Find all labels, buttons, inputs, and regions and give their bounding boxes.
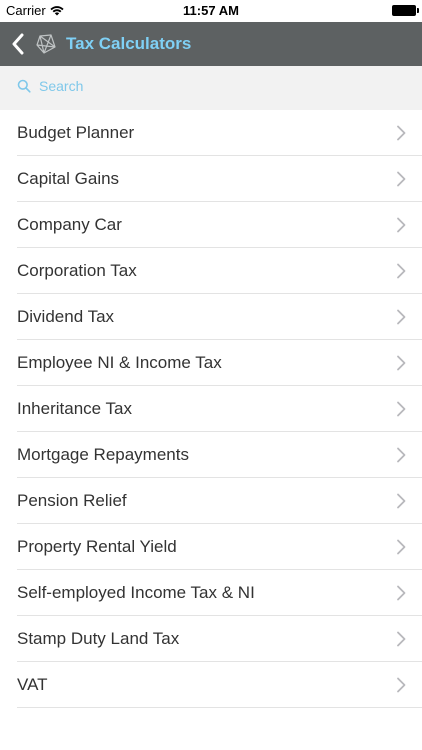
navigation-bar: Tax Calculators xyxy=(0,22,422,66)
status-time: 11:57 AM xyxy=(183,3,239,18)
battery-icon xyxy=(392,5,419,16)
chevron-right-icon xyxy=(397,631,406,647)
list-item-label: Corporation Tax xyxy=(17,260,137,280)
list-item[interactable]: VAT xyxy=(17,662,422,708)
search-icon xyxy=(17,79,31,93)
list-item-label: Mortgage Repayments xyxy=(17,444,189,464)
chevron-right-icon xyxy=(397,263,406,279)
chevron-right-icon xyxy=(397,585,406,601)
list-item-label: Capital Gains xyxy=(17,168,120,188)
search-input[interactable]: Search xyxy=(17,78,83,94)
logo-icon xyxy=(36,34,56,54)
chevron-right-icon xyxy=(397,447,406,463)
list-item[interactable]: Budget Planner xyxy=(17,110,422,156)
list-item[interactable]: Property Rental Yield xyxy=(17,524,422,570)
list-item[interactable]: Corporation Tax xyxy=(17,248,422,294)
list-item-label: Self-employed Income Tax & NI xyxy=(17,582,255,602)
list-item-label: Inheritance Tax xyxy=(17,398,132,418)
list-item-label: Budget Planner xyxy=(17,122,135,142)
list-item[interactable]: Employee NI & Income Tax xyxy=(17,340,422,386)
list-item[interactable]: Company Car xyxy=(17,202,422,248)
chevron-right-icon xyxy=(397,355,406,371)
list-item[interactable]: Dividend Tax xyxy=(17,294,422,340)
calculator-list: Budget Planner Capital Gains Company Car Co… xyxy=(0,110,422,708)
list-item[interactable]: Capital Gains xyxy=(17,156,422,202)
list-item[interactable]: Stamp Duty Land Tax xyxy=(17,616,422,662)
chevron-right-icon xyxy=(397,401,406,417)
search-placeholder: Search xyxy=(39,78,84,94)
list-item-label: Stamp Duty Land Tax xyxy=(17,628,180,648)
list-item-label: Employee NI & Income Tax xyxy=(17,352,222,372)
list-item[interactable]: Inheritance Tax xyxy=(17,386,422,432)
chevron-left-icon xyxy=(12,33,24,55)
list-item-label: VAT xyxy=(17,674,48,694)
list-item-label: Company Car xyxy=(17,214,122,234)
list-item[interactable]: Mortgage Repayments xyxy=(17,432,422,478)
chevron-right-icon xyxy=(397,125,406,141)
back-button[interactable] xyxy=(4,22,32,66)
list-item-label: Property Rental Yield xyxy=(17,536,177,556)
chevron-right-icon xyxy=(397,493,406,509)
list-item-label: Dividend Tax xyxy=(17,306,115,326)
chevron-right-icon xyxy=(397,677,406,693)
chevron-right-icon xyxy=(397,309,406,325)
chevron-right-icon xyxy=(397,539,406,555)
list-item[interactable]: Self-employed Income Tax & NI xyxy=(17,570,422,616)
list-item[interactable]: Pension Relief xyxy=(17,478,422,524)
status-bar: Carrier 11:57 AM xyxy=(0,0,422,22)
chevron-right-icon xyxy=(397,217,406,233)
search-bar: Search xyxy=(0,66,422,110)
list-item-label: Pension Relief xyxy=(17,490,127,510)
chevron-right-icon xyxy=(397,171,406,187)
page-title: Tax Calculators xyxy=(66,34,192,53)
